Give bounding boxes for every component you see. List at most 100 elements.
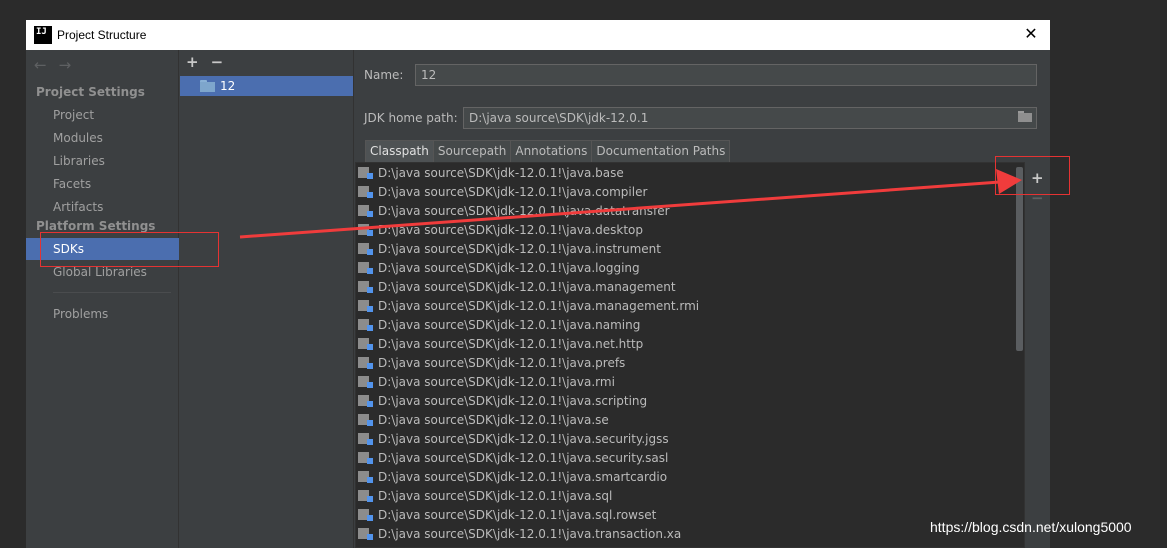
classpath-row-label: D:\java source\SDK\jdk-12.0.1!\java.inst… [378, 241, 661, 256]
classpath-row[interactable]: D:\java source\SDK\jdk-12.0.1!\java.desk… [356, 220, 1024, 239]
jar-module-icon [358, 223, 373, 236]
jar-module-icon [358, 166, 373, 179]
classpath-row[interactable]: D:\java source\SDK\jdk-12.0.1!\java.data… [356, 201, 1024, 220]
tab-sourcepath[interactable]: Sourcepath [432, 140, 512, 162]
classpath-row-label: D:\java source\SDK\jdk-12.0.1!\java.sql.… [378, 507, 657, 522]
nav-item-modules[interactable]: Modules [26, 127, 179, 149]
classpath-row[interactable]: D:\java source\SDK\jdk-12.0.1!\java.pref… [356, 353, 1024, 372]
classpath-row-label: D:\java source\SDK\jdk-12.0.1!\java.smar… [378, 469, 668, 484]
tab-annotations[interactable]: Annotations [510, 140, 593, 162]
classpath-row[interactable]: D:\java source\SDK\jdk-12.0.1!\java.secu… [356, 448, 1024, 467]
jdk-home-path-label: JDK home path: [364, 111, 458, 125]
watermark-text: https://blog.csdn.net/xulong5000 [930, 519, 1132, 535]
jar-module-icon [358, 299, 373, 312]
jar-module-icon [358, 280, 373, 293]
nav-item-artifacts[interactable]: Artifacts [26, 196, 179, 218]
jar-module-icon [358, 375, 373, 388]
classpath-row[interactable]: D:\java source\SDK\jdk-12.0.1!\java.scri… [356, 391, 1024, 410]
nav-item-facets[interactable]: Facets [26, 173, 179, 195]
jar-module-icon [358, 318, 373, 331]
nav-arrows: ← → [34, 56, 71, 74]
settings-nav: ← → Project Settings Project Modules Lib… [26, 50, 179, 548]
back-arrow-icon[interactable]: ← [34, 56, 47, 74]
classpath-row[interactable]: D:\java source\SDK\jdk-12.0.1!\java.net.… [356, 334, 1024, 353]
remove-sdk-button[interactable]: − [211, 53, 224, 71]
classpath-row-label: D:\java source\SDK\jdk-12.0.1!\java.secu… [378, 431, 669, 446]
sdk-detail-pane: Name: 12 JDK home path: D:\java source\S… [355, 50, 1050, 548]
sdk-list-pane: + − 12 [180, 50, 354, 548]
classpath-row-label: D:\java source\SDK\jdk-12.0.1!\java.rmi [378, 374, 615, 389]
classpath-rows: D:\java source\SDK\jdk-12.0.1!\java.base… [356, 163, 1024, 543]
jar-module-icon [358, 242, 373, 255]
classpath-toolbar: + − [1025, 162, 1050, 548]
nav-item-libraries[interactable]: Libraries [26, 150, 179, 172]
classpath-row[interactable]: D:\java source\SDK\jdk-12.0.1!\java.nami… [356, 315, 1024, 334]
classpath-row-label: D:\java source\SDK\jdk-12.0.1!\java.tran… [378, 526, 682, 541]
jar-module-icon [358, 470, 373, 483]
classpath-row[interactable]: D:\java source\SDK\jdk-12.0.1!\java.rmi [356, 372, 1024, 391]
project-structure-window: IJ Project Structure ✕ ← → Project Setti… [26, 20, 1050, 548]
classpath-row-label: D:\java source\SDK\jdk-12.0.1!\java.logg… [378, 260, 640, 275]
name-label: Name: [364, 68, 404, 82]
classpath-row-label: D:\java source\SDK\jdk-12.0.1!\java.net.… [378, 336, 644, 351]
classpath-row[interactable]: D:\java source\SDK\jdk-12.0.1!\java.sql [356, 486, 1024, 505]
sdk-item[interactable]: 12 [180, 76, 353, 96]
title-bar: IJ Project Structure ✕ [26, 20, 1050, 50]
window-title: Project Structure [57, 28, 147, 42]
classpath-row[interactable]: D:\java source\SDK\jdk-12.0.1!\java.se [356, 410, 1024, 429]
classpath-row-label: D:\java source\SDK\jdk-12.0.1!\java.base [378, 165, 624, 180]
annotation-box-add [995, 156, 1070, 195]
jar-module-icon [358, 261, 373, 274]
sdk-toolbar: + − [186, 53, 223, 71]
name-field[interactable]: 12 [415, 64, 1037, 86]
classpath-row[interactable]: D:\java source\SDK\jdk-12.0.1!\java.mana… [356, 296, 1024, 315]
annotation-box-sdks [40, 232, 219, 267]
classpath-row[interactable]: D:\java source\SDK\jdk-12.0.1!\java.sql.… [356, 505, 1024, 524]
nav-header-platform-settings: Platform Settings [36, 219, 156, 233]
jar-module-icon [358, 489, 373, 502]
tab-classpath[interactable]: Classpath [365, 140, 434, 162]
nav-header-project-settings: Project Settings [36, 85, 145, 99]
tab-documentation-paths[interactable]: Documentation Paths [591, 140, 731, 162]
jar-module-icon [358, 413, 373, 426]
close-button[interactable]: ✕ [1022, 25, 1040, 43]
forward-arrow-icon[interactable]: → [59, 56, 72, 74]
name-value: 12 [421, 68, 437, 82]
classpath-row-label: D:\java source\SDK\jdk-12.0.1!\java.pref… [378, 355, 626, 370]
classpath-row[interactable]: D:\java source\SDK\jdk-12.0.1!\java.smar… [356, 467, 1024, 486]
jar-module-icon [358, 337, 373, 350]
jar-module-icon [358, 204, 373, 217]
jar-module-icon [358, 527, 373, 540]
nav-item-project[interactable]: Project [26, 104, 179, 126]
classpath-row[interactable]: D:\java source\SDK\jdk-12.0.1!\java.logg… [356, 258, 1024, 277]
classpath-row[interactable]: D:\java source\SDK\jdk-12.0.1!\java.tran… [356, 524, 1024, 543]
classpath-row-label: D:\java source\SDK\jdk-12.0.1!\java.desk… [378, 222, 644, 237]
classpath-row-label: D:\java source\SDK\jdk-12.0.1!\java.scri… [378, 393, 648, 408]
classpath-row[interactable]: D:\java source\SDK\jdk-12.0.1!\java.inst… [356, 239, 1024, 258]
path-tabs: Classpath Sourcepath Annotations Documen… [365, 140, 731, 162]
classpath-row[interactable]: D:\java source\SDK\jdk-12.0.1!\java.base [356, 163, 1024, 182]
classpath-row[interactable]: D:\java source\SDK\jdk-12.0.1!\java.mana… [356, 277, 1024, 296]
add-sdk-button[interactable]: + [186, 53, 199, 71]
jar-module-icon [358, 394, 373, 407]
jar-module-icon [358, 451, 373, 464]
sdk-item-label: 12 [220, 79, 236, 93]
jdk-home-path-value: D:\java source\SDK\jdk-12.0.1 [469, 111, 649, 125]
nav-divider [53, 292, 171, 293]
classpath-row[interactable]: D:\java source\SDK\jdk-12.0.1!\java.comp… [356, 182, 1024, 201]
classpath-row-label: D:\java source\SDK\jdk-12.0.1!\java.mana… [378, 279, 676, 294]
folder-icon [200, 80, 216, 92]
classpath-row-label: D:\java source\SDK\jdk-12.0.1!\java.sql [378, 488, 613, 503]
classpath-row-label: D:\java source\SDK\jdk-12.0.1!\java.se [378, 412, 609, 427]
jdk-home-path-field[interactable]: D:\java source\SDK\jdk-12.0.1 [463, 107, 1037, 129]
browse-folder-icon[interactable] [1018, 111, 1032, 123]
classpath-row-label: D:\java source\SDK\jdk-12.0.1!\java.secu… [378, 450, 669, 465]
nav-item-problems[interactable]: Problems [26, 303, 179, 325]
classpath-row-label: D:\java source\SDK\jdk-12.0.1!\java.nami… [378, 317, 641, 332]
jar-module-icon [358, 356, 373, 369]
classpath-list[interactable]: D:\java source\SDK\jdk-12.0.1!\java.base… [355, 162, 1025, 548]
jar-module-icon [358, 508, 373, 521]
jar-module-icon [358, 185, 373, 198]
classpath-row[interactable]: D:\java source\SDK\jdk-12.0.1!\java.secu… [356, 429, 1024, 448]
classpath-row-label: D:\java source\SDK\jdk-12.0.1!\java.data… [378, 203, 670, 218]
